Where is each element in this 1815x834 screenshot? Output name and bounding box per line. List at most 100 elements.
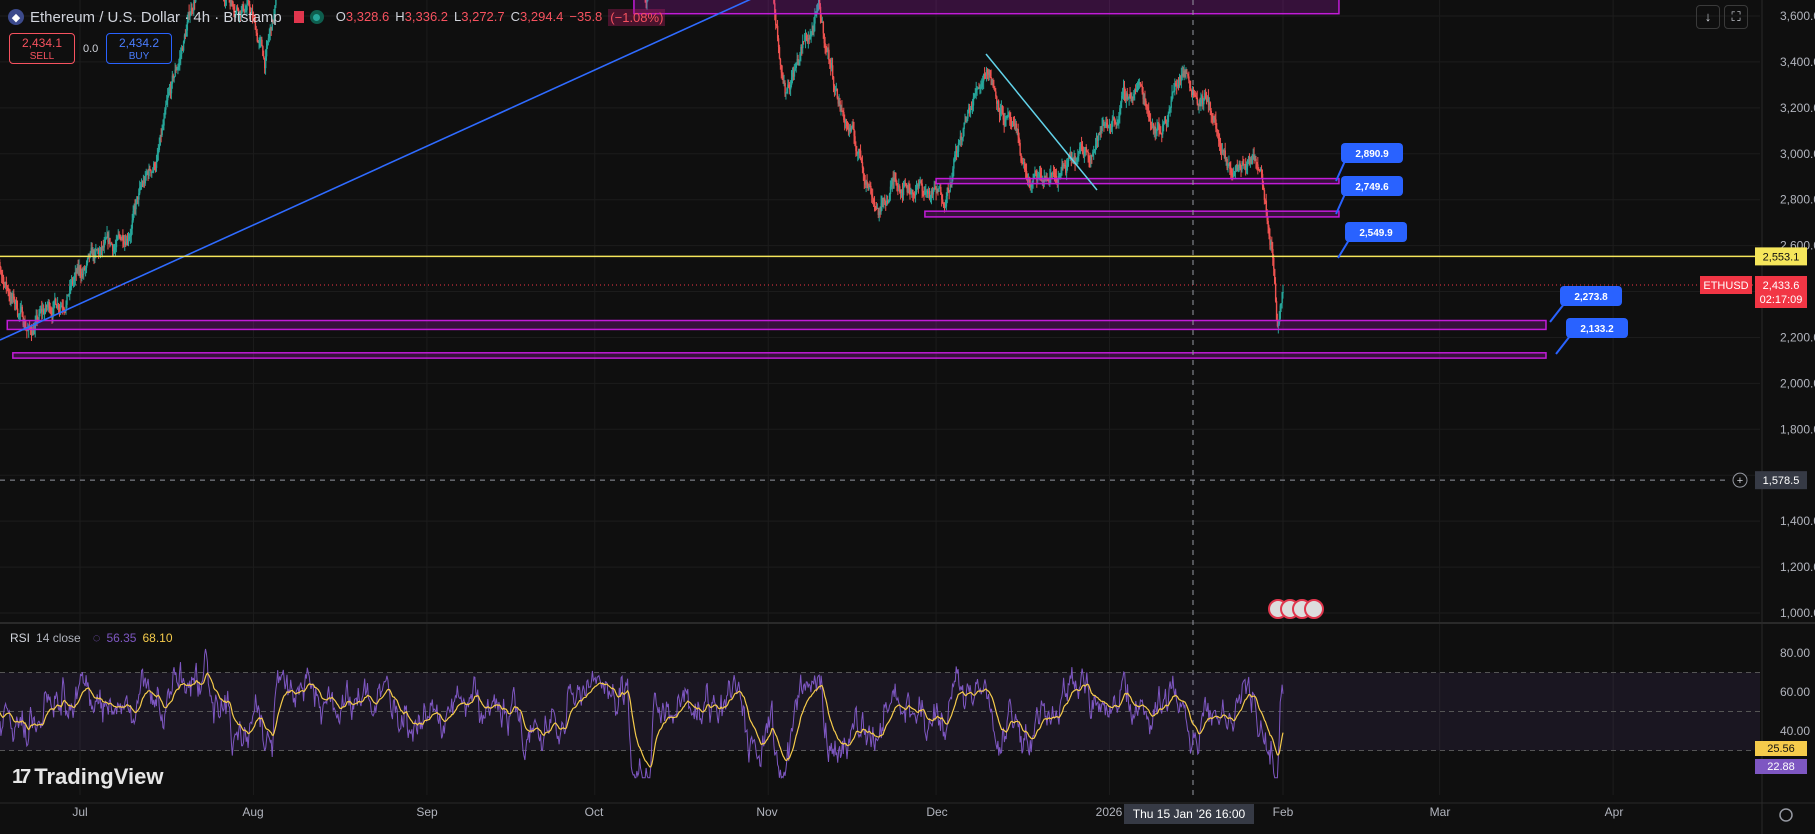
candle-body <box>1263 189 1266 200</box>
candle-body <box>1196 97 1199 104</box>
candle-body <box>195 0 197 2</box>
time-axis-label: Mar <box>1430 805 1451 819</box>
candle-body <box>55 298 57 305</box>
candle-body <box>822 21 825 34</box>
rsi-axis-tick: 80.00 <box>1780 646 1810 660</box>
support-zone <box>6 319 1547 331</box>
support-zone <box>935 177 1340 185</box>
price-axis-tick: 2,200.0 <box>1780 330 1815 344</box>
candle-body <box>778 47 781 59</box>
price-chart[interactable]: +2,890.9 2,749.6 2,549.9 2,273.8 2,133.2 3,60… <box>0 0 1815 834</box>
crosshair-price-text: 1,578.5 <box>1763 475 1800 487</box>
rsi-ma-value: 68.10 <box>142 630 173 645</box>
flag-icon[interactable] <box>293 11 304 23</box>
price-axis-tick: 2,000.0 <box>1780 376 1815 390</box>
time-axis-label: Nov <box>756 805 777 819</box>
candle-body <box>921 183 923 192</box>
candle-body <box>1167 113 1170 123</box>
support-zone <box>12 352 1547 359</box>
candle-body <box>1282 292 1284 294</box>
price-axis-tick: 1,800.0 <box>1780 422 1815 436</box>
candle-body <box>1273 257 1275 269</box>
countdown-text: 02:17:09 <box>1760 294 1803 306</box>
symbol-legend: ◆ Ethereum / U.S. Dollar · 4h · Bitstamp… <box>8 4 666 30</box>
economic-events-markers[interactable] <box>1268 599 1324 619</box>
zone-price-label-text: 2,749.6 <box>1355 182 1389 193</box>
candle-body <box>779 58 782 66</box>
candle-body <box>997 100 1000 109</box>
buy-label: BUY <box>128 51 150 62</box>
price-axis-tick: 3,600.0 <box>1780 9 1815 23</box>
candle-body <box>873 202 876 207</box>
market-status-icon <box>309 10 324 24</box>
rsi-title[interactable]: RSI <box>10 631 30 645</box>
ohlc-values: O3,328.6 H3,336.2 L3,272.7 C3,294.4 −35.… <box>335 8 666 26</box>
loading-icon: ◌ <box>92 630 101 645</box>
candle-body <box>165 104 167 110</box>
support-zone <box>633 0 1340 15</box>
time-axis-label: Feb <box>1273 805 1294 819</box>
candle-body <box>163 118 165 126</box>
candle-body <box>814 15 816 24</box>
rsi-ma-tag-text: 25.56 <box>1767 743 1795 755</box>
last-price-text: 2,433.6 <box>1763 280 1800 292</box>
candle-body <box>841 107 843 111</box>
change-value: −35.8 <box>569 8 603 24</box>
price-axis-tick: 1,000.0 <box>1780 606 1815 620</box>
candle-body <box>1172 92 1174 94</box>
sell-button[interactable]: 2,434.1 SELL <box>9 33 75 64</box>
yellow-level-tag-text: 2,553.1 <box>1763 251 1800 263</box>
rsi-params: 14 close <box>36 630 81 645</box>
zone-price-label-text: 2,273.8 <box>1574 292 1608 303</box>
screen-icon[interactable]: ⛶ <box>1724 5 1748 29</box>
price-axis-tick: 3,400.0 <box>1780 55 1815 69</box>
candle-body <box>1188 76 1190 81</box>
zone-price-label-text: 2,549.9 <box>1359 228 1393 239</box>
ethereum-icon: ◆ <box>8 9 24 25</box>
time-axis-label: Sep <box>416 805 438 819</box>
price-axis-tick: 2,800.0 <box>1780 193 1815 207</box>
sell-price: 2,434.1 <box>21 36 63 50</box>
time-axis-label: Jul <box>72 805 87 819</box>
symbol-tag-text: ETHUSD <box>1703 280 1748 292</box>
candle-body <box>155 161 158 168</box>
candle-body <box>1019 142 1021 154</box>
candle-body <box>256 32 258 41</box>
candle-body <box>1255 158 1257 163</box>
candle-body <box>828 49 830 61</box>
buy-button[interactable]: 2,434.2 BUY <box>106 33 172 64</box>
tradingview-logo-icon: 17 <box>12 765 31 788</box>
arrow-down-icon[interactable]: ↓ <box>1696 5 1720 29</box>
candle-body <box>831 65 834 77</box>
tradingview-logo[interactable]: 17 TradingView <box>12 764 163 790</box>
time-axis-label: Apr <box>1605 805 1624 819</box>
rsi-tag-text: 22.88 <box>1767 761 1795 773</box>
candle-body <box>261 39 263 47</box>
rsi-value: 56.35 <box>106 630 137 645</box>
candle-body <box>66 294 68 305</box>
candle-body <box>1111 119 1114 128</box>
price-axis-tick: 1,400.0 <box>1780 514 1815 528</box>
candle-body <box>784 82 786 94</box>
zone-price-label-text: 2,133.2 <box>1580 324 1614 335</box>
spread-value: 0.0 <box>83 43 99 55</box>
time-axis-label: Aug <box>242 805 263 819</box>
price-axis-tick: 3,000.0 <box>1780 147 1815 161</box>
candle-body <box>775 13 777 26</box>
rsi-axis-tick: 40.00 <box>1780 724 1810 738</box>
rsi-legend: RSI 14 close ◌ 56.35 68.10 <box>10 630 173 645</box>
time-axis-label: 2026 <box>1096 805 1123 819</box>
support-zone <box>924 210 1340 218</box>
us-flag-icon <box>1304 599 1324 619</box>
candle-body <box>902 186 905 196</box>
candle-body <box>115 240 118 248</box>
zone-price-label-text: 2,890.9 <box>1355 149 1389 160</box>
candle-body <box>859 150 862 158</box>
add-alert-icon: + <box>1737 475 1743 487</box>
symbol-title[interactable]: Ethereum / U.S. Dollar · 4h · Bitstamp <box>30 9 282 26</box>
time-axis-label: Oct <box>585 805 604 819</box>
candle-body <box>1101 125 1103 131</box>
tradingview-logo-text: TradingView <box>34 764 164 789</box>
buy-price: 2,434.2 <box>118 36 160 50</box>
price-axis-tick: 3,200.0 <box>1780 101 1815 115</box>
